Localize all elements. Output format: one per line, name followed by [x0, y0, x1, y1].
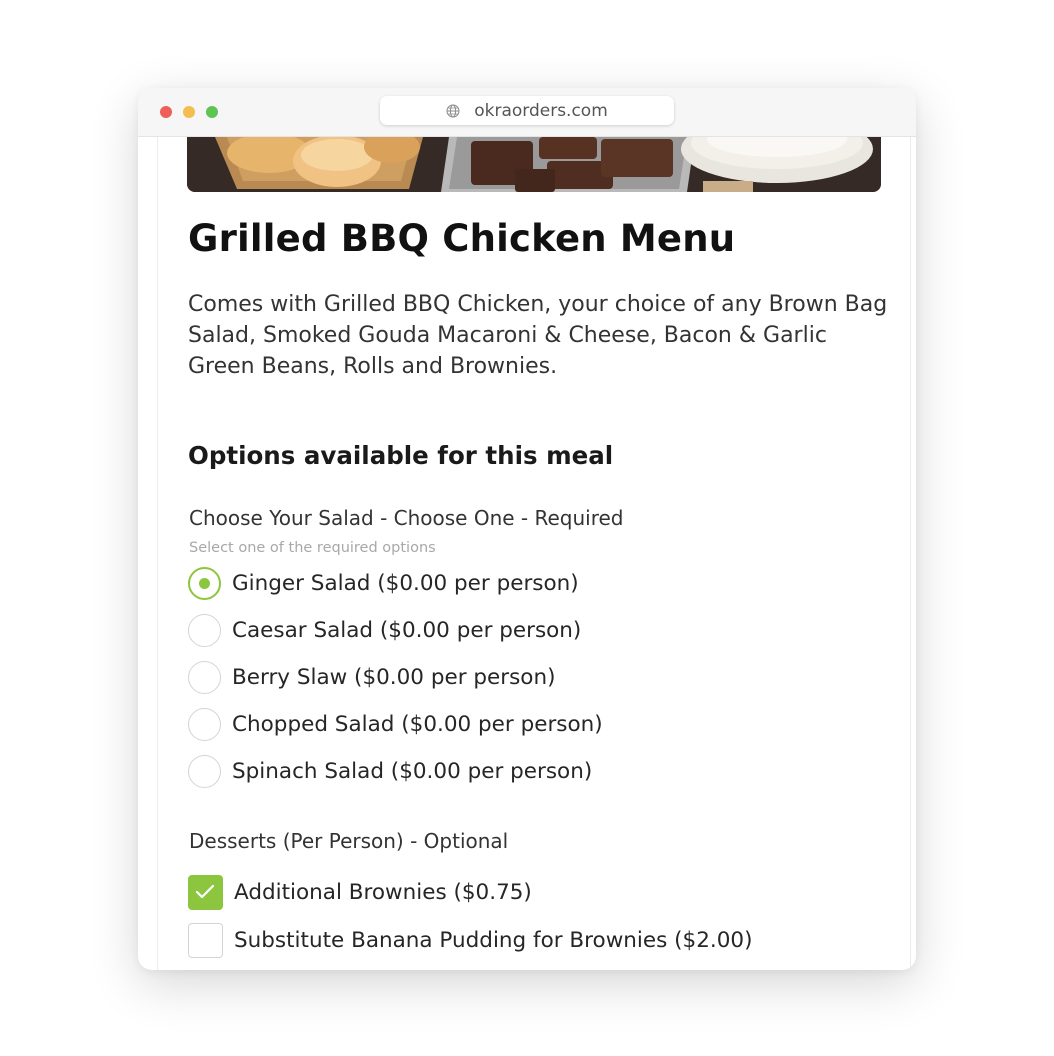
dessert-option-additional-brownies[interactable]: Additional Brownies ($0.75)	[188, 872, 532, 912]
radio-button[interactable]	[188, 754, 221, 788]
option-label: Caesar Salad ($0.00 per person)	[232, 617, 582, 643]
radio-button[interactable]	[188, 566, 221, 600]
address-bar[interactable]: okraorders.com	[380, 96, 674, 125]
salad-option-ginger[interactable]: Ginger Salad ($0.00 per person)	[188, 563, 579, 603]
checkbox[interactable]	[188, 874, 223, 910]
menu-hero-image	[187, 137, 881, 192]
window-zoom-button[interactable]	[206, 106, 218, 118]
salad-option-spinach[interactable]: Spinach Salad ($0.00 per person)	[188, 751, 592, 791]
salad-group-hint: Select one of the required options	[189, 540, 436, 556]
options-heading: Options available for this meal	[188, 441, 614, 470]
option-label: Chopped Salad ($0.00 per person)	[232, 711, 603, 737]
window-minimize-button[interactable]	[183, 106, 195, 118]
option-label: Additional Brownies ($0.75)	[234, 879, 532, 905]
menu-title: Grilled BBQ Chicken Menu	[188, 217, 736, 260]
globe-icon	[446, 104, 460, 117]
option-label: Substitute Banana Pudding for Brownies (…	[234, 927, 753, 953]
salad-group-label: Choose Your Salad - Choose One - Require…	[189, 506, 624, 530]
radio-button[interactable]	[188, 613, 221, 647]
option-label: Berry Slaw ($0.00 per person)	[232, 664, 556, 690]
dessert-group-label: Desserts (Per Person) - Optional	[189, 829, 509, 853]
radio-button[interactable]	[188, 660, 221, 694]
checkbox[interactable]	[188, 922, 223, 958]
browser-titlebar: okraorders.com	[138, 88, 916, 137]
page-content: Grilled BBQ Chicken Menu Comes with Gril…	[158, 137, 910, 970]
salad-option-caesar[interactable]: Caesar Salad ($0.00 per person)	[188, 610, 581, 650]
address-bar-url: okraorders.com	[474, 100, 608, 121]
salad-option-chopped[interactable]: Chopped Salad ($0.00 per person)	[188, 704, 603, 744]
option-label: Ginger Salad ($0.00 per person)	[232, 570, 579, 596]
menu-description: Comes with Grilled BBQ Chicken, your cho…	[188, 292, 888, 379]
window-close-button[interactable]	[160, 106, 172, 118]
salad-option-berry-slaw[interactable]: Berry Slaw ($0.00 per person)	[188, 657, 555, 697]
check-icon	[195, 884, 215, 898]
radio-button[interactable]	[188, 707, 221, 741]
browser-window: okraorders.com Grilled BBQ Chicken Menu …	[138, 88, 916, 970]
dessert-option-banana-pudding[interactable]: Substitute Banana Pudding for Brownies (…	[188, 920, 752, 960]
option-label: Spinach Salad ($0.00 per person)	[232, 758, 593, 784]
